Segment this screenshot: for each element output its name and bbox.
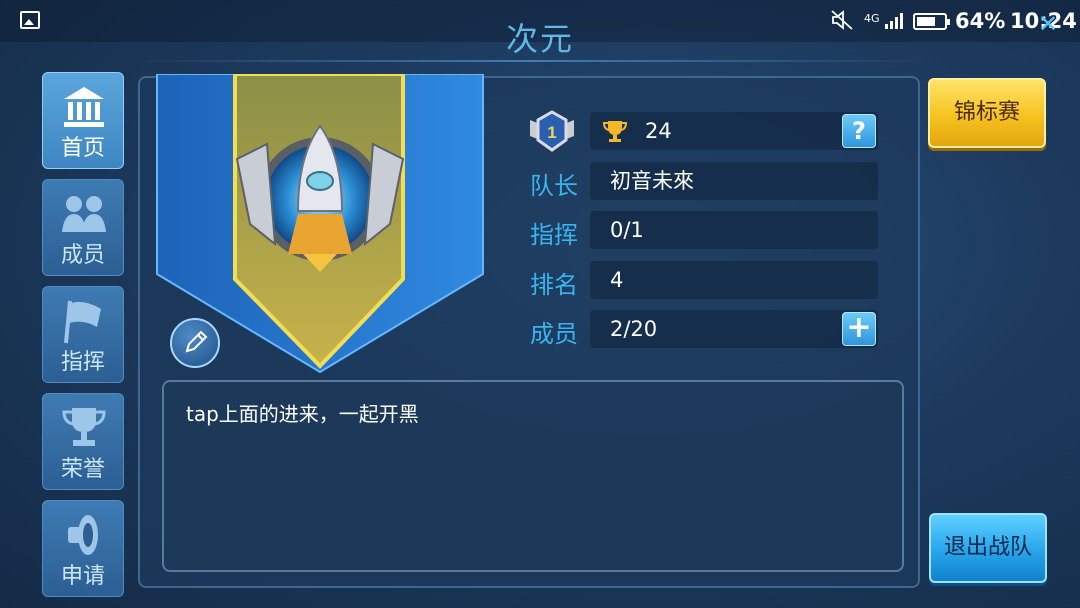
- add-member-button[interactable]: +: [842, 312, 876, 346]
- flag-icon: [64, 300, 101, 344]
- title-divider: [130, 60, 930, 62]
- team-description[interactable]: tap上面的进来，一起开黑: [162, 380, 904, 572]
- sidebar-item-label: 首页: [60, 136, 105, 161]
- pencil-icon: [185, 330, 208, 353]
- sidebar-item-apply[interactable]: 申请: [42, 500, 124, 597]
- sidebar-item-label: 荣誉: [60, 457, 105, 482]
- quit-team-button[interactable]: 退出战队: [929, 513, 1047, 583]
- members-value: 2/20: [590, 310, 878, 348]
- trophy-icon: [62, 408, 106, 446]
- sidebar-item-label: 申请: [60, 564, 105, 589]
- rank-badge-icon: 1: [530, 110, 574, 152]
- sidebar-item-label: 指挥: [60, 350, 105, 375]
- rank-number: 1: [547, 123, 556, 142]
- info-label: 指挥: [530, 221, 578, 249]
- trophy-count-box: 24: [590, 112, 878, 150]
- page-title: 次元: [505, 20, 574, 58]
- command-value: 0/1: [590, 211, 878, 249]
- info-label: 成员: [530, 320, 578, 348]
- sidebar-item-honor[interactable]: 荣誉: [42, 393, 124, 490]
- sidebar-item-label: 成员: [60, 243, 105, 268]
- bank-icon: [64, 87, 104, 127]
- cup-icon: [602, 121, 628, 142]
- sidebar-item-home[interactable]: 首页: [42, 72, 124, 169]
- sidebar-item-command[interactable]: 指挥: [42, 286, 124, 383]
- members-icon: [62, 196, 106, 232]
- trophy-value: 24: [645, 119, 672, 143]
- sidebar-item-members[interactable]: 成员: [42, 179, 124, 276]
- info-label: 队长: [530, 172, 578, 200]
- edit-emblem-button[interactable]: [170, 318, 220, 368]
- championship-button[interactable]: 锦标赛: [928, 78, 1046, 148]
- captain-value: 初音未來: [590, 162, 878, 200]
- speaker-icon: [68, 515, 98, 555]
- ranking-value: 4: [590, 261, 878, 299]
- info-label: 排名: [530, 271, 578, 299]
- help-button[interactable]: ?: [842, 114, 876, 148]
